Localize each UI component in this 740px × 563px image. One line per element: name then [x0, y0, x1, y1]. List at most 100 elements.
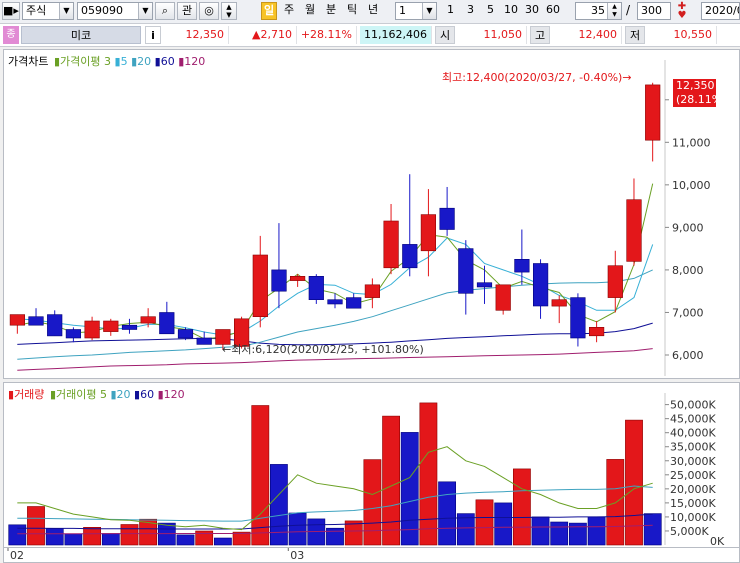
volume-bar — [475, 499, 494, 546]
volume-bar — [494, 502, 513, 546]
change-rate: +28.11% — [299, 26, 357, 44]
period-month-button[interactable]: 월 — [302, 2, 318, 20]
volume-bar — [101, 533, 120, 546]
quick-count-30[interactable]: 30 — [523, 2, 541, 20]
candle-body — [327, 299, 343, 305]
link-button[interactable]: ◎ — [199, 2, 219, 20]
volume-chart-canvas[interactable]: 5,000K10,000K15,000K20,000K25,000K30,000… — [4, 383, 739, 547]
price-chart-canvas[interactable]: 6,0007,0008,0009,00010,00011,00012,000 — [4, 50, 739, 378]
market-select-value: 주식 — [26, 4, 47, 17]
volume-bar — [214, 537, 232, 546]
volume-bar — [363, 459, 382, 546]
x-axis-canvas: 02 03 — [7, 548, 304, 562]
display-count-input[interactable]: 35 ▲ ▼ — [575, 2, 622, 20]
stock-name[interactable]: 미코 — [21, 26, 141, 44]
current-price: 12,350 — [165, 26, 229, 44]
price-tick-label: 6,000 — [672, 349, 704, 362]
volume-bar — [45, 528, 64, 546]
x-axis-strip: 02 03 — [3, 548, 740, 563]
unit-select-value: 1 — [399, 4, 406, 17]
info-button[interactable]: i — [145, 26, 161, 44]
interest-button[interactable]: 관 — [177, 2, 197, 20]
candle-body — [28, 316, 44, 326]
period-minute-button[interactable]: 분 — [323, 2, 339, 20]
candle-body — [439, 207, 455, 230]
quick-count-3[interactable]: 3 — [462, 2, 479, 20]
volume-bar — [512, 468, 531, 546]
refresh-icon[interactable]: ✚ ♥ — [674, 2, 690, 21]
candle-body — [252, 254, 268, 318]
quick-count-1[interactable]: 1 — [442, 2, 459, 20]
volume-bar — [550, 521, 569, 546]
date-input[interactable]: 2020/0 — [701, 2, 740, 20]
candle-body — [383, 220, 399, 269]
low-price: 10,550 — [647, 26, 717, 44]
volume-bar — [288, 512, 307, 546]
candle-body — [402, 244, 418, 269]
stock-code-input[interactable]: 059090 ▼ — [77, 2, 153, 20]
period-day-button[interactable]: 일 — [261, 2, 277, 20]
volume-chart-panel[interactable]: ▮거래량 ▮거래이평 5 ▮20 ▮60 ▮120 5,000K 10,000K 1… — [3, 382, 740, 548]
candle-body — [103, 320, 119, 332]
volume-tick-label: 30,000K — [670, 455, 716, 468]
count-separator: / — [626, 3, 631, 17]
volume-tick-label: 15,000K — [670, 497, 716, 510]
volume-bar — [176, 534, 195, 546]
candle-body — [364, 284, 381, 298]
price-ma5-line — [17, 237, 654, 336]
candle-body — [495, 284, 511, 311]
volume-bar — [382, 415, 401, 546]
volume-bar — [64, 533, 83, 546]
high-price: 12,400 — [552, 26, 622, 44]
chart-toolbar: ■▸ 주식 ▼ 059090 ▼ ⌕ 관 ◎ ▲ ▼ 일 주 월 분 틱 년 1 … — [0, 0, 740, 24]
period-tick-button[interactable]: 틱 — [344, 2, 360, 20]
price-tick-label: 7,000 — [672, 306, 704, 319]
price-tick-label: 11,000 — [672, 136, 711, 149]
x-tick-label: 02 — [10, 549, 24, 562]
candle-body — [458, 248, 474, 294]
candle-body — [289, 276, 306, 281]
high-label: 고 — [530, 26, 550, 44]
panel-toggle-icon[interactable]: ■▸ — [2, 2, 20, 20]
candle-body — [47, 314, 63, 337]
candle-body — [177, 329, 194, 339]
volume-bar — [27, 506, 45, 546]
volume-bar — [400, 432, 419, 546]
volume-bar — [606, 459, 625, 546]
candle-body — [588, 326, 605, 337]
quick-count-60[interactable]: 60 — [544, 2, 562, 20]
price-change: ▲2,710 — [231, 26, 297, 44]
chevron-down-icon: ▼ — [422, 3, 436, 19]
total-count-input[interactable]: 300 — [637, 2, 671, 20]
chevron-down-icon: ▼ — [59, 3, 73, 19]
volume-bar — [232, 531, 251, 546]
open-price: 11,050 — [457, 26, 527, 44]
last-price-tag: 12,350 (28.11%) — [673, 79, 727, 107]
display-count-value: 35 — [591, 4, 605, 17]
candle-body — [645, 84, 661, 141]
candle-body — [514, 259, 530, 273]
candle-body — [346, 297, 362, 309]
stock-code-value: 059090 — [81, 4, 123, 17]
period-year-button[interactable]: 년 — [365, 2, 381, 20]
volume-bar — [643, 513, 662, 546]
volume-tick-label: 10,000K — [670, 511, 716, 524]
quick-count-5[interactable]: 5 — [482, 2, 499, 20]
search-button[interactable]: ⌕ — [155, 2, 175, 20]
volume-bar — [419, 402, 438, 546]
last-rate-tag-value: (28.11%) — [676, 93, 727, 106]
price-tick-label: 8,000 — [672, 264, 704, 277]
price-chart-panel[interactable]: 가격차트 ▮가격이평 3 ▮5 ▮20 ▮60 ▮120 6,000 7,000 8… — [3, 49, 740, 379]
stock-type-badge: 종 — [3, 26, 19, 44]
period-week-button[interactable]: 주 — [281, 2, 297, 20]
market-select[interactable]: 주식 ▼ — [22, 2, 74, 20]
volume-bar — [438, 481, 457, 546]
open-label: 시 — [435, 26, 455, 44]
spin-up-icon: ▲ — [226, 3, 232, 11]
quick-count-10[interactable]: 10 — [502, 2, 520, 20]
candle-body — [271, 269, 287, 292]
candle-body — [308, 276, 324, 301]
price-tick-label: 10,000 — [672, 179, 711, 192]
spin-button[interactable]: ▲ ▼ — [221, 2, 237, 20]
unit-select[interactable]: 1 ▼ — [395, 2, 437, 20]
